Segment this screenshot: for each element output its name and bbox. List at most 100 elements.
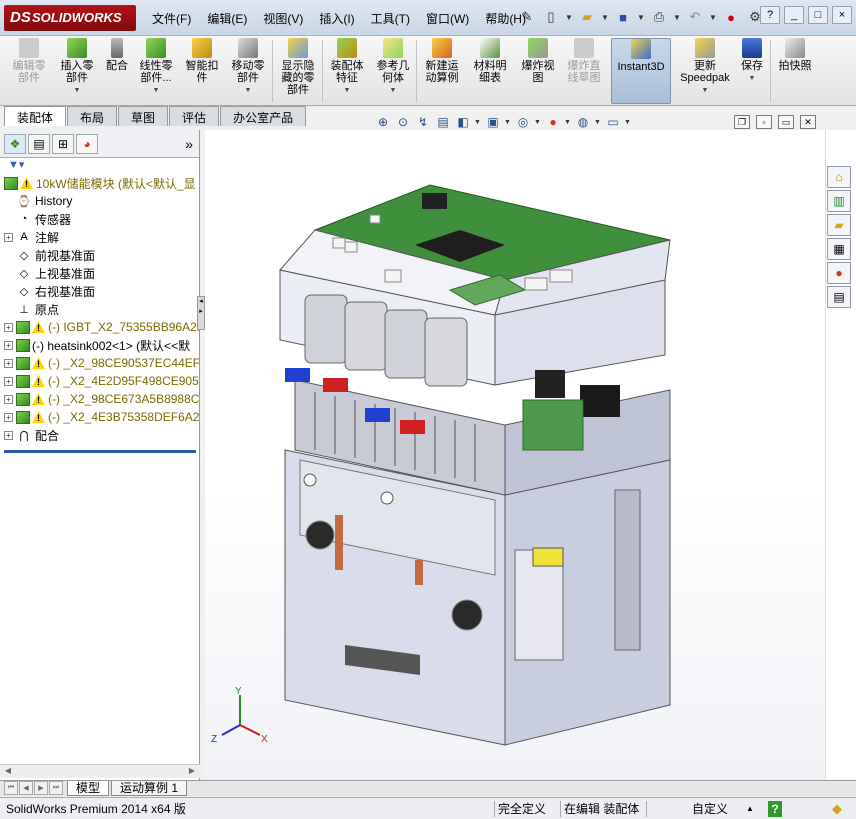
hide-show-dropdown-icon[interactable]: ▼	[534, 113, 542, 131]
tree-item[interactable]: ◇ 前视基准面	[4, 246, 199, 264]
expand-plus-icon[interactable]: +	[4, 322, 13, 332]
solidworks-logo[interactable]: DS SOLIDWORKS	[4, 5, 136, 31]
horizontal-scrollbar[interactable]: ◀ ▶	[0, 764, 200, 778]
show-hidden-components-button[interactable]: 显示隐藏的零部件	[276, 38, 320, 104]
expand-panel-icon[interactable]: »	[185, 136, 193, 152]
move-component-dropdown-icon[interactable]: ▼	[245, 85, 252, 97]
section-view-icon[interactable]: ▤	[434, 113, 452, 131]
tree-item[interactable]: + (-) heatsink002<1> (默认<<默	[4, 336, 199, 354]
assembly-features-button[interactable]: 装配体特征 ▼	[326, 38, 368, 104]
unit-system-selector[interactable]: 自定义	[692, 801, 728, 817]
tree-item[interactable]: +! (-) _X2_4E2D95F498CE9053	[4, 372, 199, 390]
close-button[interactable]: ×	[832, 6, 852, 24]
take-snapshot-button[interactable]: 拍快照	[774, 38, 816, 104]
menu-edit[interactable]: 编辑(E)	[199, 9, 255, 28]
filter-icon[interactable]: ▼▾	[0, 158, 199, 174]
viewport-restore-icon[interactable]: ❐	[734, 115, 750, 129]
tree-item[interactable]: ◇ 上视基准面	[4, 264, 199, 282]
scroll-right-icon[interactable]: ▶	[186, 766, 198, 778]
save-icon[interactable]: ■	[612, 6, 634, 28]
tree-item[interactable]: ◇ 右视基准面	[4, 282, 199, 300]
scroll-left-icon[interactable]: ◀	[2, 766, 14, 778]
tab-evaluate[interactable]: 评估	[169, 106, 220, 126]
tab-model[interactable]: 模型	[67, 781, 110, 796]
expand-plus-icon[interactable]: +	[4, 376, 13, 386]
tree-item[interactable]: ⌚ History	[4, 192, 199, 210]
viewport-minimize-icon[interactable]: ▭	[778, 115, 794, 129]
new-dropdown-icon[interactable]: ▼	[564, 6, 574, 28]
linear-pattern-dropdown-icon[interactable]: ▼	[153, 85, 160, 97]
save-dropdown-icon[interactable]: ▼	[636, 6, 646, 28]
mate-button[interactable]: 配合	[100, 38, 134, 104]
rebuild-status-icon[interactable]: ◆	[832, 801, 842, 817]
print-icon[interactable]: ⎙	[648, 6, 670, 28]
reference-geometry-button[interactable]: 参考几何体 ▼	[372, 38, 414, 104]
file-explorer-icon[interactable]: ▰	[827, 214, 851, 236]
open-dropdown-icon[interactable]: ▼	[600, 6, 610, 28]
reference-geometry-dropdown-icon[interactable]: ▼	[390, 85, 397, 97]
rollback-bar[interactable]	[4, 450, 196, 453]
tab-office-products[interactable]: 办公室产品	[220, 106, 307, 126]
tab-assembly[interactable]: 装配体	[4, 106, 67, 126]
exploded-view-button[interactable]: 爆炸视图	[516, 38, 560, 104]
tab-motion-study[interactable]: 运动算例 1	[111, 781, 188, 796]
tree-item[interactable]: +! (-) _X2_98CE673A5B8988C9	[4, 390, 199, 408]
tree-item[interactable]: +! (-) _X2_4E3B75358DEF6A21	[4, 408, 199, 426]
apply-scene-dropdown-icon[interactable]: ▼	[594, 113, 602, 131]
print-dropdown-icon[interactable]: ▼	[672, 6, 682, 28]
prev-tab-icon[interactable]: ◀	[19, 781, 33, 795]
menu-view[interactable]: 视图(V)	[255, 9, 311, 28]
undo-dropdown-icon[interactable]: ▼	[708, 6, 718, 28]
apply-scene-icon[interactable]: ◍	[574, 113, 592, 131]
view-palette-icon[interactable]: ▦	[827, 238, 851, 260]
custom-properties-icon[interactable]: ▤	[827, 286, 851, 308]
featuremanager-tree-icon[interactable]: ❖	[4, 134, 26, 154]
help-status-icon[interactable]: ?	[768, 801, 782, 817]
viewport-close-icon[interactable]: ✕	[800, 115, 816, 129]
menu-window[interactable]: 窗口(W)	[418, 9, 477, 28]
undo-icon[interactable]: ↶	[684, 6, 706, 28]
next-tab-icon[interactable]: ▶	[34, 781, 48, 795]
first-tab-icon[interactable]: ⏮	[4, 781, 18, 795]
design-library-icon[interactable]: ▥	[827, 190, 851, 212]
hide-show-items-icon[interactable]: ◎	[514, 113, 532, 131]
expand-plus-icon[interactable]: +	[4, 394, 13, 404]
update-speedpak-button[interactable]: 更新Speedpak ▼	[676, 38, 734, 104]
zoom-to-area-icon[interactable]: ⊙	[394, 113, 412, 131]
maximize-button[interactable]: □	[808, 6, 828, 24]
display-manager-icon[interactable]: ◕	[76, 134, 98, 154]
tree-item[interactable]: +! (-) _X2_98CE90537EC44EF6	[4, 354, 199, 372]
save-button[interactable]: 保存 ▼	[736, 38, 768, 104]
unit-dropdown-icon[interactable]: ▲	[746, 801, 754, 817]
menu-insert[interactable]: 插入(I)	[311, 9, 362, 28]
panel-splitter[interactable]: ◂ ▸	[197, 296, 205, 330]
zoom-to-fit-icon[interactable]: ⊕	[374, 113, 392, 131]
menu-file[interactable]: 文件(F)	[144, 9, 199, 28]
minimize-button[interactable]: _	[784, 6, 804, 24]
smart-fasteners-button[interactable]: 智能扣件	[180, 38, 224, 104]
expand-plus-icon[interactable]: +	[4, 340, 13, 350]
tree-root-assembly[interactable]: ! 10kW储能模块 (默认<默认_显	[4, 174, 199, 192]
view-orientation-dropdown-icon[interactable]: ▼	[474, 113, 482, 131]
expand-plus-icon[interactable]: +	[4, 430, 13, 440]
viewport-tile-icon[interactable]: ▫	[756, 115, 772, 129]
tree-item[interactable]: ◔ 传感器	[4, 210, 199, 228]
tree-item[interactable]: ⊥ 原点	[4, 300, 199, 318]
explode-line-sketch-button[interactable]: 爆炸直线草图	[562, 38, 606, 104]
rebuild-traffic-light-icon[interactable]: ●	[720, 6, 742, 28]
tree-item[interactable]: +! (-) IGBT_X2_75355BB96A21	[4, 318, 199, 336]
view-orientation-icon[interactable]: ◧	[454, 113, 472, 131]
insert-component-button[interactable]: 插入零部件 ▼	[54, 38, 100, 104]
move-component-button[interactable]: 移动零部件 ▼	[226, 38, 270, 104]
insert-component-dropdown-icon[interactable]: ▼	[74, 85, 81, 97]
instant3d-button[interactable]: Instant3D	[611, 38, 671, 104]
graphics-area[interactable]: Y X Z	[205, 130, 825, 780]
save-dropdown-icon[interactable]: ▼	[749, 73, 756, 85]
configuration-manager-icon[interactable]: ⊞	[52, 134, 74, 154]
expand-plus-icon[interactable]: +	[4, 412, 13, 422]
edit-appearance-dropdown-icon[interactable]: ▼	[564, 113, 572, 131]
assembly-features-dropdown-icon[interactable]: ▼	[344, 85, 351, 97]
help-button[interactable]: ?	[760, 6, 780, 24]
display-style-dropdown-icon[interactable]: ▼	[504, 113, 512, 131]
edit-component-button[interactable]: 编辑零部件	[6, 38, 52, 104]
